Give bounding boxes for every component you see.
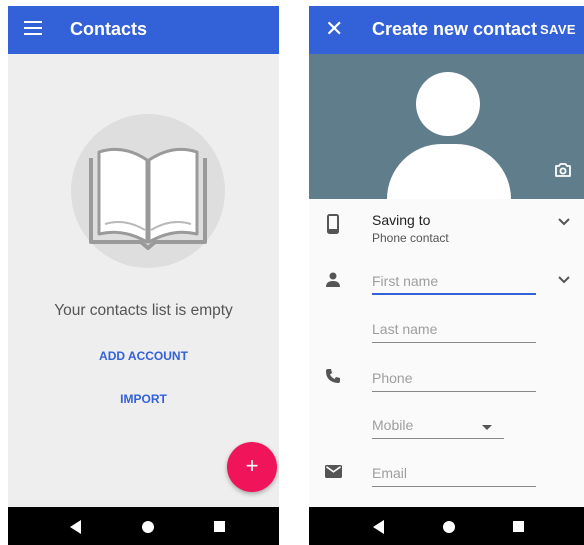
phone-type-value: Mobile — [372, 417, 414, 433]
create-contact-screen: ✕ Create new contact SAVE Saving to Phon… — [309, 6, 584, 545]
contacts-title: Contacts — [70, 19, 148, 39]
save-button[interactable]: SAVE — [540, 22, 576, 37]
phone-placeholder: Phone — [372, 370, 413, 386]
person-icon — [326, 272, 340, 287]
contacts-screen: Contacts Your contacts list is empty ADD… — [8, 6, 279, 545]
saving-to-label: Saving to — [372, 212, 431, 228]
phone-type-select[interactable]: Mobile — [372, 415, 504, 439]
home-icon[interactable] — [142, 521, 154, 533]
recents-icon[interactable] — [513, 521, 524, 532]
add-contact-fab[interactable]: + — [227, 442, 277, 492]
create-contact-app-bar: ✕ Create new contact SAVE — [309, 6, 584, 54]
email-field[interactable]: Email — [372, 463, 536, 487]
menu-icon[interactable] — [24, 21, 42, 35]
create-contact-title: Create new contact — [372, 19, 538, 39]
last-name-field[interactable]: Last name — [372, 319, 536, 343]
close-icon[interactable]: ✕ — [325, 18, 343, 40]
empty-list-message: Your contacts list is empty — [54, 302, 233, 319]
add-account-button[interactable]: ADD ACCOUNT — [8, 349, 279, 363]
import-button[interactable]: IMPORT — [8, 392, 279, 406]
phone-field[interactable]: Phone — [372, 368, 536, 392]
phone-device-icon — [327, 214, 339, 234]
home-icon[interactable] — [443, 521, 455, 533]
chevron-down-icon[interactable] — [558, 218, 570, 226]
empty-state-illustration — [71, 114, 225, 268]
saving-to-value: Phone contact — [372, 231, 449, 245]
back-icon[interactable] — [373, 520, 384, 534]
contacts-app-bar: Contacts — [8, 6, 279, 54]
navigation-bar — [8, 507, 279, 545]
navigation-bar — [309, 507, 584, 545]
first-name-field[interactable]: First name — [372, 271, 536, 295]
contact-photo-area[interactable] — [309, 54, 584, 199]
recents-icon[interactable] — [214, 521, 225, 532]
camera-icon[interactable] — [554, 162, 572, 178]
chevron-down-icon[interactable] — [558, 276, 570, 284]
avatar-head — [416, 72, 480, 136]
avatar-body — [387, 144, 511, 199]
add-icon: + — [245, 453, 259, 478]
phone-icon — [326, 369, 340, 383]
back-icon[interactable] — [70, 520, 81, 534]
email-icon — [325, 465, 342, 478]
first-name-placeholder: First name — [372, 273, 439, 289]
dropdown-arrow-icon — [482, 425, 492, 430]
last-name-placeholder: Last name — [372, 321, 438, 337]
book-icon — [89, 147, 207, 250]
email-placeholder: Email — [372, 465, 408, 481]
